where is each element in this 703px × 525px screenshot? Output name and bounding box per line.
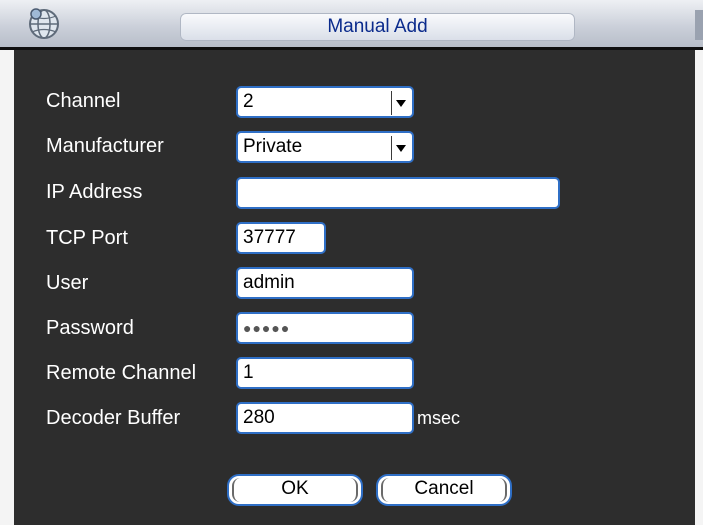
channel-select[interactable]: 2 [236,86,414,118]
gear-globe-icon [29,8,59,39]
password-field[interactable]: ●●●●● [236,312,414,344]
manual-add-dialog: Manual Add Channel 2 Manufacturer Privat… [0,0,703,525]
decoder-buffer-label: Decoder Buffer [46,407,181,429]
user-label: User [46,272,89,294]
manufacturer-select[interactable]: Private [236,131,414,163]
tcp-port-label: TCP Port [46,227,128,249]
title-bar: Manual Add [0,0,703,50]
decoder-buffer-field[interactable]: 280 [236,402,414,434]
chevron-down-icon[interactable] [391,91,409,115]
channel-value: 2 [243,91,254,112]
tcp-port-field[interactable]: 37777 [236,222,326,254]
remote-channel-label: Remote Channel [46,362,197,384]
manufacturer-value: Private [243,136,303,157]
right-frame [695,50,703,525]
dialog-title: Manual Add [180,13,575,41]
chevron-down-icon[interactable] [391,136,409,160]
remote-channel-field[interactable]: 1 [236,357,414,389]
user-field[interactable]: admin [236,267,414,299]
ip-address-label: IP Address [46,181,143,203]
ok-button[interactable]: OK [227,474,363,506]
ip-address-field[interactable] [236,177,560,209]
decoder-buffer-unit: msec [417,408,461,428]
title-bar-edge [695,10,703,40]
channel-label: Channel [46,90,121,112]
left-frame [0,50,14,525]
cancel-button[interactable]: Cancel [376,474,512,506]
manufacturer-label: Manufacturer [46,135,164,157]
password-label: Password [46,317,134,339]
